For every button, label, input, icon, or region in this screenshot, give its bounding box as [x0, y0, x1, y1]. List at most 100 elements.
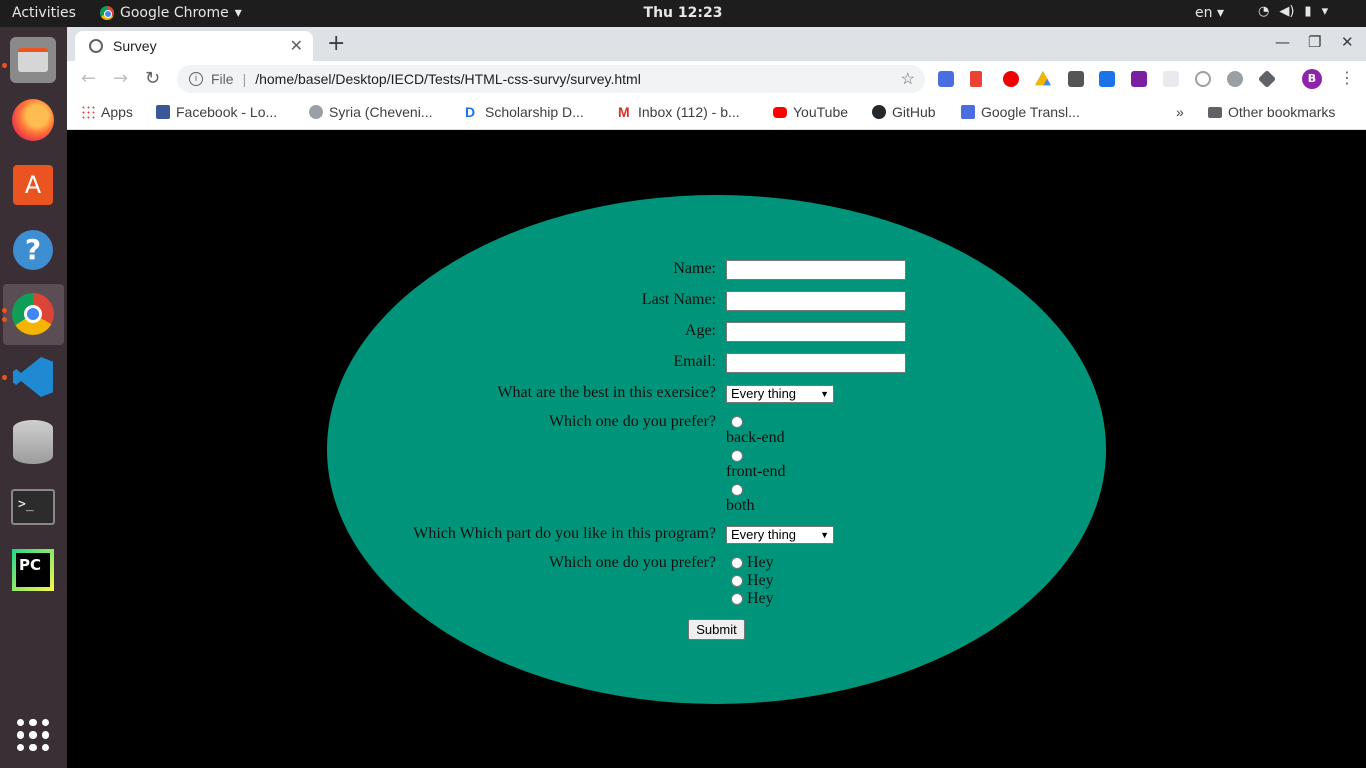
extension-icon[interactable]	[1227, 71, 1243, 87]
name-label: Name:	[673, 260, 716, 277]
bookmark-label: Scholarship D...	[485, 104, 584, 120]
tab-title: Survey	[113, 38, 157, 54]
pycharm-icon[interactable]: PC	[10, 547, 56, 593]
bookmark-label: Syria (Cheveni...	[329, 104, 433, 120]
extension-icon[interactable]	[1195, 71, 1211, 87]
name-input[interactable]	[726, 260, 906, 280]
bookmark-google-translate[interactable]: Google Transl...	[961, 104, 1080, 120]
dropdown-arrow-icon: ▼	[820, 530, 829, 540]
language-indicator[interactable]: en ▾	[1195, 5, 1224, 21]
vscode-icon[interactable]	[10, 354, 56, 400]
bookmark-label: Google Transl...	[981, 104, 1080, 120]
software-center-icon[interactable]: A	[10, 162, 56, 208]
show-applications-icon[interactable]	[10, 712, 56, 758]
wifi-icon: ◔	[1258, 4, 1270, 19]
bookmark-github[interactable]: GitHub	[872, 104, 936, 120]
tab-survey[interactable]: Survey ✕	[75, 31, 313, 61]
files-icon[interactable]	[10, 37, 56, 83]
back-button[interactable]: ←	[81, 68, 96, 89]
profile-avatar[interactable]: B	[1302, 69, 1322, 89]
radio-label: Hey	[747, 572, 774, 589]
adblock-extension-icon[interactable]	[1003, 71, 1019, 87]
bookmark-label: YouTube	[793, 104, 849, 120]
radio-both[interactable]	[731, 484, 743, 496]
radio-back-end[interactable]	[731, 416, 743, 428]
program-part-label: Which Which part do you like in this pro…	[413, 525, 716, 542]
gmail-icon: M	[618, 104, 630, 120]
reload-button[interactable]: ↻	[145, 68, 160, 89]
chrome-icon[interactable]	[10, 291, 56, 337]
bookmark-star-icon[interactable]: ☆	[901, 69, 915, 89]
program-part-select[interactable]: Every thing ▼	[726, 526, 834, 544]
radio-hey-3[interactable]	[731, 593, 743, 605]
bookmarks-overflow-button[interactable]: »	[1176, 104, 1184, 120]
best-exercise-select[interactable]: Every thing ▼	[726, 385, 834, 403]
select-value: Every thing	[731, 527, 797, 542]
bookmark-facebook[interactable]: Facebook - Lo...	[156, 104, 277, 120]
google-drive-icon[interactable]	[1035, 71, 1051, 86]
running-indicator	[2, 63, 7, 68]
close-window-button[interactable]: ✕	[1341, 33, 1354, 51]
battery-icon: ▮	[1304, 4, 1312, 19]
age-input[interactable]	[726, 322, 906, 342]
scheme-label: File	[211, 71, 234, 87]
new-tab-button[interactable]: +	[327, 31, 345, 56]
activities-button[interactable]: Activities	[12, 5, 76, 21]
app-menu[interactable]: Google Chrome ▾	[100, 5, 242, 21]
colorpicker-extension-icon[interactable]	[1068, 71, 1084, 87]
firefox-icon[interactable]	[10, 97, 56, 143]
extension-icon[interactable]	[1257, 69, 1277, 89]
translate-extension-icon[interactable]	[938, 71, 954, 87]
system-top-bar: Activities Google Chrome ▾ Thu 12:23 en …	[0, 0, 1366, 27]
info-icon[interactable]: i	[189, 72, 203, 86]
clock[interactable]: Thu 12:23	[644, 5, 723, 21]
radio-front-end[interactable]	[731, 450, 743, 462]
url-text: /home/basel/Desktop/IECD/Tests/HTML-css-…	[255, 71, 641, 87]
terminal-icon[interactable]: >_	[10, 484, 56, 530]
database-icon[interactable]	[10, 419, 56, 465]
select-value: Every thing	[731, 386, 797, 401]
running-indicator	[2, 317, 7, 322]
youtube-icon	[773, 106, 787, 118]
radio-label: both	[726, 497, 755, 514]
extension-icon[interactable]	[1163, 71, 1179, 87]
prefer-label: Which one do you prefer?	[548, 413, 716, 430]
minimize-button[interactable]: —	[1275, 33, 1290, 51]
running-indicator	[2, 308, 7, 313]
radio-label: Hey	[747, 554, 774, 571]
system-menu[interactable]: ◔ ◀) ▮ ▾	[1258, 4, 1328, 19]
bookmark-scholarship[interactable]: D Scholarship D...	[465, 104, 584, 120]
email-input[interactable]	[726, 353, 906, 373]
language-label: en	[1195, 5, 1213, 21]
bookmark-apps[interactable]: Apps	[81, 104, 133, 120]
running-indicator	[2, 375, 7, 380]
globe-icon	[89, 39, 103, 53]
page-viewport: Name: Last Name: Age: Email: What are th…	[67, 131, 1366, 768]
extension-icon[interactable]	[1131, 71, 1147, 87]
help-icon[interactable]: ?	[10, 227, 56, 273]
bookmark-label: Apps	[101, 104, 133, 120]
radio-hey-2[interactable]	[731, 575, 743, 587]
restore-button[interactable]: ❐	[1308, 33, 1321, 51]
radio-hey-1[interactable]	[731, 557, 743, 569]
address-bar[interactable]: i File | /home/basel/Desktop/IECD/Tests/…	[177, 65, 925, 93]
app-name: Google Chrome	[120, 5, 229, 21]
lastname-input[interactable]	[726, 291, 906, 311]
chrome-icon	[100, 6, 114, 20]
bookmark-label: GitHub	[892, 104, 936, 120]
submit-button[interactable]: Submit	[688, 619, 745, 640]
bookmark-syria[interactable]: Syria (Cheveni...	[309, 104, 432, 120]
translate-icon	[961, 105, 975, 119]
bookmark-inbox[interactable]: M Inbox (112) - b...	[618, 104, 740, 120]
extension-icon[interactable]	[1099, 71, 1115, 87]
bookmark-label: Inbox (112) - b...	[638, 104, 740, 120]
browser-toolbar: ← → ↻ i File | /home/basel/Desktop/IECD/…	[67, 61, 1366, 97]
close-icon[interactable]: ✕	[290, 36, 303, 56]
menu-icon[interactable]: ⋮	[1339, 68, 1355, 87]
bookmark-youtube[interactable]: YouTube	[773, 104, 848, 120]
forward-button[interactable]: →	[113, 68, 128, 89]
extension-icon[interactable]	[970, 71, 982, 87]
lastname-label: Last Name:	[641, 291, 716, 308]
other-bookmarks[interactable]: Other bookmarks	[1208, 104, 1335, 120]
radio-label: front-end	[726, 463, 786, 480]
